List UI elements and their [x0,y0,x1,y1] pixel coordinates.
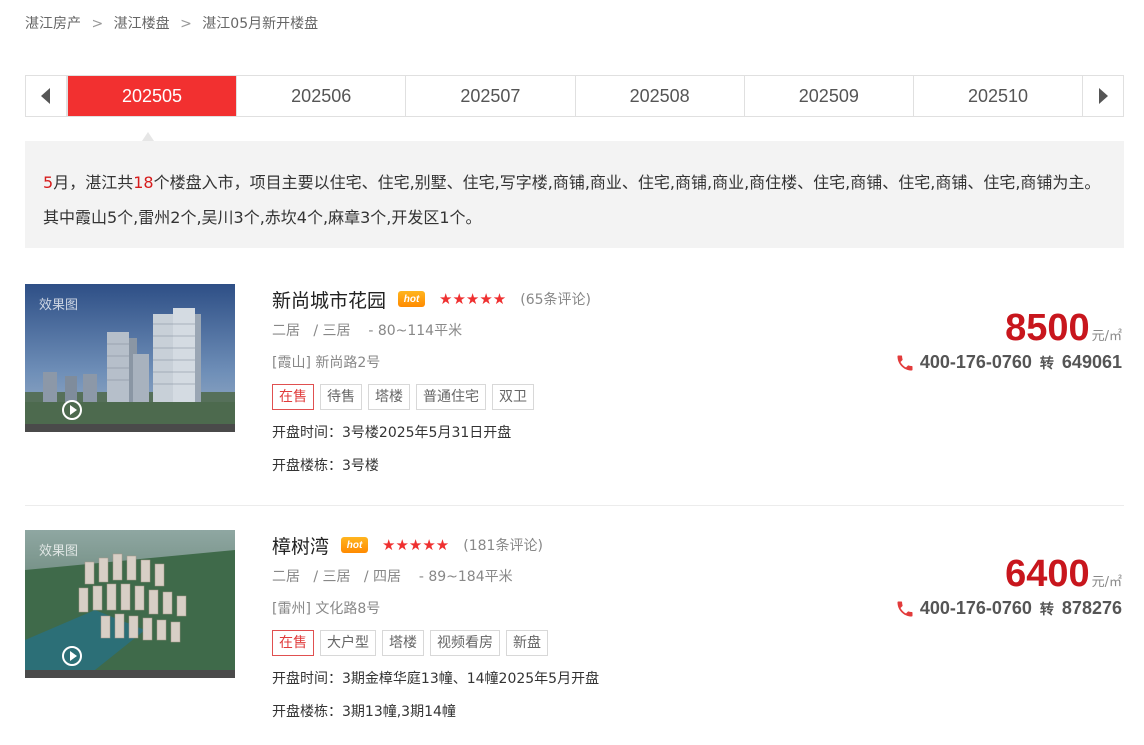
open-time: 开盘时间：3期金樟华庭13幢、14幢2025年5月开盘 [272,671,600,687]
phone-row: 400-176-0760 转 878276 [895,598,1122,619]
next-month-button[interactable] [1082,76,1123,116]
month-tab-202506[interactable]: 202506 [236,76,405,116]
summary-text-part1: 月，湛江共 [53,173,134,192]
listing-address: [雷州] 文化路8号 [272,601,381,617]
tag: 视频看房 [430,630,500,656]
month-tab-202510[interactable]: 202510 [912,76,1082,116]
breadcrumb-item-current[interactable]: 湛江05月新开楼盘 [202,16,318,32]
price-unit: 元/㎡ [1091,575,1122,590]
listing-thumbnail[interactable]: 效果图 [25,530,235,678]
thumbnail-strip [25,424,235,432]
month-tab-202509[interactable]: 202509 [743,76,913,116]
phone-row: 400-176-0760 转 649061 [895,352,1122,373]
play-icon[interactable] [62,400,82,420]
summary-building-count: 18 [133,173,154,192]
tag-on-sale: 在售 [272,384,314,410]
breadcrumb-separator: > [91,16,104,32]
listing-card: 效果图 新尚城市花园 hot ★★★★★ (65条评论) 二居 / 三居 - 8… [25,284,1124,489]
phone-number[interactable]: 400-176-0760 [920,352,1032,373]
price-block: 8500 元/㎡ 400-176-0760 转 649061 [895,306,1122,373]
review-count[interactable]: (181条评论) [463,535,543,555]
unit-layout: 二居 / 三居 / 四居 - 89~184平米 [272,569,513,585]
rating-stars: ★★★★★ [439,290,507,308]
prev-month-button[interactable] [26,76,67,116]
rating-stars: ★★★★★ [382,536,450,554]
extension-label: 转 [1039,600,1054,617]
tag: 待售 [320,384,362,410]
hot-badge-icon: hot [341,537,369,553]
chevron-left-icon [41,88,51,104]
price-value: 6400 [1005,553,1090,595]
phone-extension: 878276 [1061,598,1122,618]
tag: 普通住宅 [416,384,486,410]
listing-divider [25,505,1124,506]
thumbnail-label: 效果图 [39,544,79,559]
phone-icon [897,355,913,370]
breadcrumb-item-buildings[interactable]: 湛江楼盘 [114,16,170,32]
tag: 双卫 [492,384,534,410]
phone-extension: 649061 [1061,352,1122,372]
tag: 塔楼 [382,630,424,656]
price-value: 8500 [1005,307,1090,349]
month-summary: 5月，湛江共18个楼盘入市，项目主要以住宅、住宅,别墅、住宅,写字楼,商铺,商业… [25,141,1124,248]
phone-icon [897,601,913,616]
listing-name[interactable]: 樟树湾 [272,532,329,559]
extension-label: 转 [1039,354,1054,371]
listing-tags: 在售 待售 塔楼 普通住宅 双卫 [272,384,872,410]
breadcrumb: 湛江房产 > 湛江楼盘 > 湛江05月新开楼盘 [25,13,318,33]
summary-month-number: 5 [43,173,54,192]
month-tab-202505[interactable]: 202505 [66,76,237,116]
breadcrumb-item-home[interactable]: 湛江房产 [25,16,81,32]
listing-info: 樟树湾 hot ★★★★★ (181条评论) 二居 / 三居 / 四居 - 89… [272,530,872,721]
unit-layout: 二居 / 三居 - 80~114平米 [272,323,463,339]
thumbnail-strip [25,670,235,678]
hot-badge-icon: hot [398,291,426,307]
month-tab-202508[interactable]: 202508 [574,76,744,116]
tag: 塔楼 [368,384,410,410]
active-tab-pointer [142,132,154,141]
listing-card: 效果图 樟树湾 hot ★★★★★ (181条评论) 二居 / 三居 / 四居 … [25,530,1124,735]
listing-info: 新尚城市花园 hot ★★★★★ (65条评论) 二居 / 三居 - 80~11… [272,284,872,475]
phone-number[interactable]: 400-176-0760 [920,598,1032,619]
listing-tags: 在售 大户型 塔楼 视频看房 新盘 [272,630,872,656]
tag: 新盘 [506,630,548,656]
thumbnail-label: 效果图 [39,298,79,313]
play-icon[interactable] [62,646,82,666]
listing-name[interactable]: 新尚城市花园 [272,286,386,313]
open-time: 开盘时间：3号楼2025年5月31日开盘 [272,425,512,441]
review-count[interactable]: (65条评论) [520,289,591,309]
month-tab-202507[interactable]: 202507 [405,76,574,116]
price-unit: 元/㎡ [1091,329,1122,344]
breadcrumb-separator: > [180,16,192,32]
summary-text-part2: 个楼盘入市，项目主要以住宅、住宅,别墅、住宅,写字楼,商铺,商业、住宅,商铺,商… [43,173,1101,227]
price-block: 6400 元/㎡ 400-176-0760 转 878276 [895,552,1122,619]
listing-address: [霞山] 新尚路2号 [272,355,381,371]
listing-thumbnail[interactable]: 效果图 [25,284,235,432]
open-building: 开盘楼栋：3期13幢,3期14幢 [272,704,456,720]
tag-on-sale: 在售 [272,630,314,656]
tag: 大户型 [320,630,376,656]
chevron-right-icon [1098,88,1108,104]
open-building: 开盘楼栋：3号楼 [272,458,379,474]
month-tab-bar: 202505 202506 202507 202508 202509 20251… [25,75,1124,117]
